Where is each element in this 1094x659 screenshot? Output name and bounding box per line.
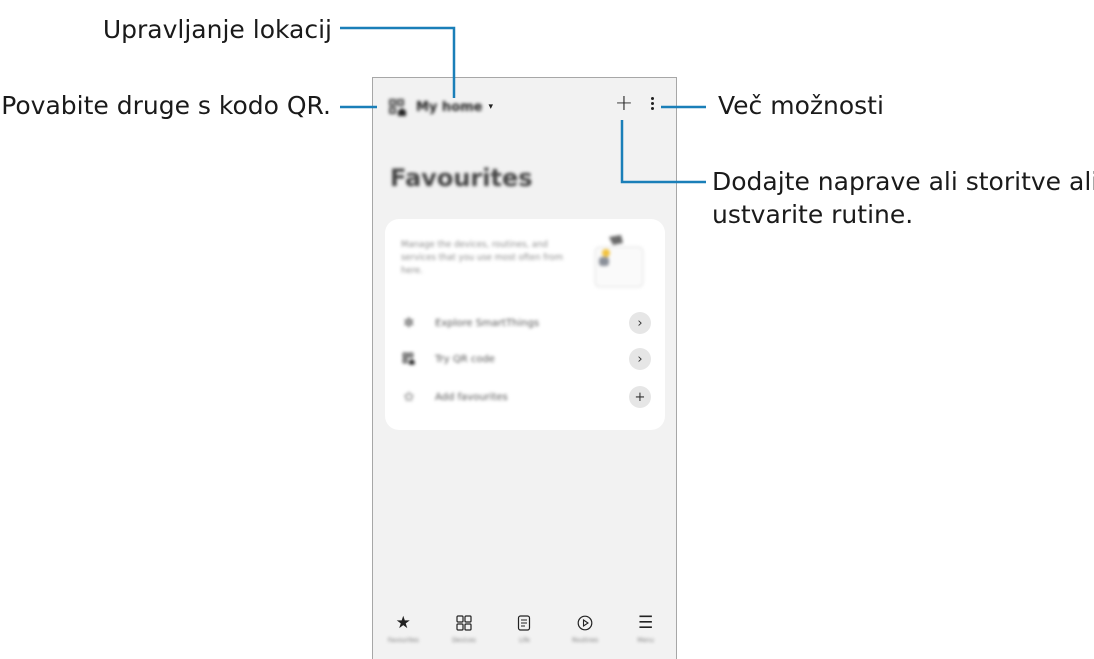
callout-more-options: Več možnosti — [718, 91, 884, 120]
life-icon — [513, 612, 535, 634]
try-qr-code-row[interactable]: Try QR code › — [401, 348, 651, 370]
callout-location: Upravljanje lokacij — [102, 15, 332, 44]
nav-label: Devices — [452, 637, 476, 644]
explore-smartthings-row[interactable]: ✲ Explore SmartThings › — [401, 312, 651, 334]
plus-icon: + — [629, 386, 651, 408]
grid-icon — [453, 612, 475, 634]
favourites-card: Manage the devices, routines, and servic… — [385, 219, 665, 430]
more-options-button[interactable] — [645, 95, 659, 115]
nav-label: Favourites — [387, 637, 419, 644]
callout-invite: Povabite druge s kodo QR. — [1, 91, 331, 120]
callout-add-line2: ustvarite rutine. — [712, 199, 914, 229]
home-illustration-icon — [591, 233, 647, 291]
callout-add-line1: Dodajte naprave ali storitve ali — [712, 167, 1094, 196]
add-favourites-row[interactable]: ✩ Add favourites + — [401, 386, 651, 408]
add-button[interactable]: + — [613, 92, 635, 116]
bottom-navigation: ★ Favourites Devices Life Routines ☰ Men… — [373, 599, 676, 659]
nav-label: Menu — [637, 637, 654, 644]
smartthings-icon: ✲ — [403, 315, 415, 331]
nav-item-life[interactable]: Life — [494, 599, 555, 659]
menu-icon: ☰ — [638, 613, 654, 633]
location-name: My home — [416, 99, 483, 115]
play-circle-icon — [574, 612, 596, 634]
phone-screen: My home ▾ + Favourites Manage the device… — [372, 77, 677, 659]
chevron-down-icon: ▾ — [488, 102, 494, 112]
location-selector[interactable]: My home ▾ — [416, 96, 493, 118]
nav-item-menu[interactable]: ☰ Menu — [615, 599, 676, 659]
dot — [650, 102, 654, 105]
page-title: Favourites — [390, 164, 533, 192]
nav-label: Routines — [572, 637, 599, 644]
top-bar: My home ▾ + — [373, 78, 676, 138]
star-icon: ★ — [395, 613, 411, 633]
nav-item-routines[interactable]: Routines — [555, 599, 616, 659]
row-label: Try QR code — [435, 353, 495, 365]
vertical-dots-icon — [650, 97, 654, 100]
nav-label: Life — [519, 637, 530, 644]
star-add-icon: ✩ — [403, 389, 415, 405]
row-label: Add favourites — [435, 391, 508, 403]
callout-add: Dodajte naprave ali storitve ali ustvari… — [712, 166, 1094, 231]
chevron-right-icon: › — [629, 312, 651, 334]
qr-home-icon — [401, 351, 417, 367]
chevron-right-icon: › — [629, 348, 651, 370]
qr-home-icon[interactable] — [388, 98, 408, 118]
row-label: Explore SmartThings — [435, 317, 540, 329]
card-description: Manage the devices, routines, and servic… — [401, 240, 564, 276]
nav-item-favourites[interactable]: ★ Favourites — [373, 599, 434, 659]
nav-item-devices[interactable]: Devices — [434, 599, 495, 659]
dot — [650, 107, 654, 110]
